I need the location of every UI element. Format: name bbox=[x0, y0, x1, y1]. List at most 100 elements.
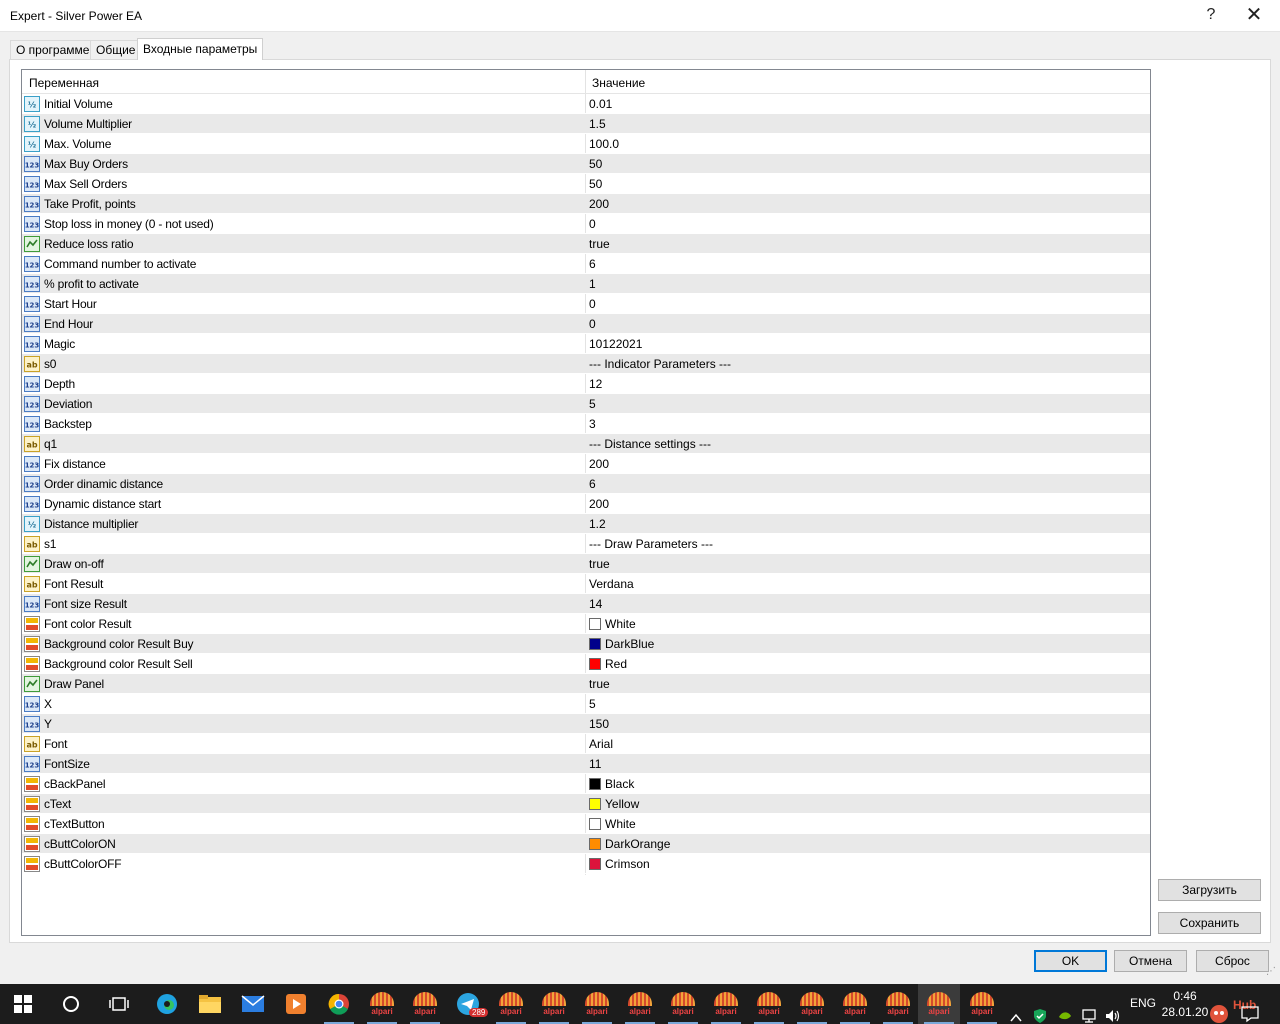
taskbar-media[interactable] bbox=[275, 984, 317, 1024]
table-row[interactable]: Background color Result Buy DarkBlue bbox=[22, 634, 1150, 654]
table-row[interactable]: Font color Result White bbox=[22, 614, 1150, 634]
table-row[interactable]: 123 Order dinamic distance 6 bbox=[22, 474, 1150, 494]
header-variable[interactable]: Переменная bbox=[29, 76, 99, 90]
parameter-value[interactable]: DarkBlue bbox=[605, 637, 654, 651]
notifications-icon[interactable] bbox=[1240, 994, 1260, 1024]
shield-icon[interactable] bbox=[1033, 996, 1047, 1024]
parameter-value[interactable]: DarkOrange bbox=[605, 837, 670, 851]
parameter-value[interactable]: 0.01 bbox=[589, 97, 612, 111]
parameter-value[interactable]: 200 bbox=[589, 497, 609, 511]
parameter-value[interactable]: 1 bbox=[589, 277, 596, 291]
table-row[interactable]: ab Font Arial bbox=[22, 734, 1150, 754]
color-swatch[interactable] bbox=[589, 838, 601, 850]
parameter-value[interactable]: 12 bbox=[589, 377, 602, 391]
tab-inputs[interactable]: Входные параметры bbox=[137, 38, 264, 60]
taskbar-explorer[interactable] bbox=[189, 984, 231, 1024]
table-row[interactable]: cTextButton White bbox=[22, 814, 1150, 834]
parameter-value[interactable]: --- Distance settings --- bbox=[589, 437, 711, 451]
parameter-value[interactable]: 11 bbox=[589, 757, 601, 771]
cancel-button[interactable]: Отмена bbox=[1114, 950, 1187, 972]
network-icon[interactable] bbox=[1081, 996, 1099, 1024]
table-row[interactable]: 123 Max Sell Orders 50 bbox=[22, 174, 1150, 194]
parameter-value[interactable]: 3 bbox=[589, 417, 596, 431]
chevron-up-icon[interactable] bbox=[1010, 998, 1022, 1024]
tab-common[interactable]: Общие bbox=[90, 40, 142, 60]
table-row[interactable]: ½ Initial Volume 0.01 bbox=[22, 94, 1150, 114]
start-button[interactable] bbox=[2, 984, 44, 1024]
parameter-value[interactable]: 6 bbox=[589, 477, 596, 491]
table-row[interactable]: ab s0 --- Indicator Parameters --- bbox=[22, 354, 1150, 374]
language-indicator[interactable]: ENG bbox=[1130, 996, 1156, 1024]
parameter-value[interactable]: Red bbox=[605, 657, 627, 671]
table-row[interactable]: ab Font Result Verdana bbox=[22, 574, 1150, 594]
taskbar-alpari-7[interactable]: alpari bbox=[662, 984, 704, 1024]
table-row[interactable]: Reduce loss ratio true bbox=[22, 234, 1150, 254]
parameter-value[interactable]: Arial bbox=[589, 737, 613, 751]
parameter-value[interactable]: 10122021 bbox=[589, 337, 642, 351]
ok-button[interactable]: OK bbox=[1034, 950, 1107, 972]
parameter-value[interactable]: 1.2 bbox=[589, 517, 606, 531]
parameter-value[interactable]: White bbox=[605, 617, 636, 631]
parameter-value[interactable]: 50 bbox=[589, 177, 602, 191]
table-row[interactable]: ½ Distance multiplier 1.2 bbox=[22, 514, 1150, 534]
table-row[interactable]: 123 Fix distance 200 bbox=[22, 454, 1150, 474]
table-row[interactable]: 123 % profit to activate 1 bbox=[22, 274, 1150, 294]
parameter-value[interactable]: true bbox=[589, 557, 610, 571]
parameter-value[interactable]: Black bbox=[605, 777, 634, 791]
tab-about[interactable]: О программе bbox=[10, 40, 96, 60]
color-swatch[interactable] bbox=[589, 778, 601, 790]
table-row[interactable]: 123 Magic 10122021 bbox=[22, 334, 1150, 354]
table-row[interactable]: 123 End Hour 0 bbox=[22, 314, 1150, 334]
close-button[interactable]: ✕ bbox=[1242, 4, 1266, 28]
table-row[interactable]: 123 Command number to activate 6 bbox=[22, 254, 1150, 274]
table-row[interactable]: 123 Backstep 3 bbox=[22, 414, 1150, 434]
color-swatch[interactable] bbox=[589, 618, 601, 630]
table-row[interactable]: 123 Take Profit, points 200 bbox=[22, 194, 1150, 214]
color-swatch[interactable] bbox=[589, 638, 601, 650]
parameter-value[interactable]: 150 bbox=[589, 717, 609, 731]
table-row[interactable]: cButtColorOFF Crimson bbox=[22, 854, 1150, 874]
table-row[interactable]: 123 FontSize 11 bbox=[22, 754, 1150, 774]
taskbar-alpari-8[interactable]: alpari bbox=[705, 984, 747, 1024]
search-button[interactable] bbox=[50, 984, 92, 1024]
table-row[interactable]: 123 Stop loss in money (0 - not used) 0 bbox=[22, 214, 1150, 234]
table-row[interactable]: cText Yellow bbox=[22, 794, 1150, 814]
header-value[interactable]: Значение bbox=[592, 76, 645, 90]
taskbar-alpari-9[interactable]: alpari bbox=[748, 984, 790, 1024]
table-row[interactable]: 123 Deviation 5 bbox=[22, 394, 1150, 414]
taskbar-mail[interactable] bbox=[232, 984, 274, 1024]
task-view-button[interactable] bbox=[98, 984, 140, 1024]
color-swatch[interactable] bbox=[589, 818, 601, 830]
taskbar-alpari-1[interactable]: alpari bbox=[361, 984, 403, 1024]
nvidia-icon[interactable] bbox=[1057, 996, 1073, 1024]
parameter-value[interactable]: true bbox=[589, 677, 610, 691]
parameter-value[interactable]: Yellow bbox=[605, 797, 639, 811]
parameter-value[interactable]: 5 bbox=[589, 697, 596, 711]
parameter-value[interactable]: true bbox=[589, 237, 610, 251]
table-row[interactable]: cButtColorON DarkOrange bbox=[22, 834, 1150, 854]
parameter-value[interactable]: Crimson bbox=[605, 857, 650, 871]
help-button[interactable]: ? bbox=[1199, 4, 1223, 28]
color-swatch[interactable] bbox=[589, 858, 601, 870]
taskbar-alpari-4[interactable]: alpari bbox=[533, 984, 575, 1024]
table-row[interactable]: ½ Volume Multiplier 1.5 bbox=[22, 114, 1150, 134]
parameter-value[interactable]: 14 bbox=[589, 597, 602, 611]
parameter-value[interactable]: White bbox=[605, 817, 636, 831]
save-button[interactable]: Сохранить bbox=[1158, 912, 1261, 934]
parameter-value[interactable]: 0 bbox=[589, 217, 596, 231]
parameter-value[interactable]: 200 bbox=[589, 197, 609, 211]
taskbar-telegram[interactable]: 289 bbox=[447, 984, 489, 1024]
parameter-value[interactable]: 0 bbox=[589, 297, 596, 311]
table-row[interactable]: Background color Result Sell Red bbox=[22, 654, 1150, 674]
table-row[interactable]: ½ Max. Volume 100.0 bbox=[22, 134, 1150, 154]
taskbar-alpari-6[interactable]: alpari bbox=[619, 984, 661, 1024]
reset-button[interactable]: Сброс bbox=[1196, 950, 1269, 972]
taskbar-alpari-13[interactable]: alpari bbox=[961, 984, 1003, 1024]
resize-grip-icon[interactable]: ⋰ bbox=[1266, 966, 1276, 977]
taskbar-edge[interactable] bbox=[146, 984, 188, 1024]
table-row[interactable]: ab s1 --- Draw Parameters --- bbox=[22, 534, 1150, 554]
table-row[interactable]: Draw Panel true bbox=[22, 674, 1150, 694]
parameter-value[interactable]: 50 bbox=[589, 157, 602, 171]
parameter-value[interactable]: 0 bbox=[589, 317, 596, 331]
parameter-value[interactable]: 1.5 bbox=[589, 117, 606, 131]
